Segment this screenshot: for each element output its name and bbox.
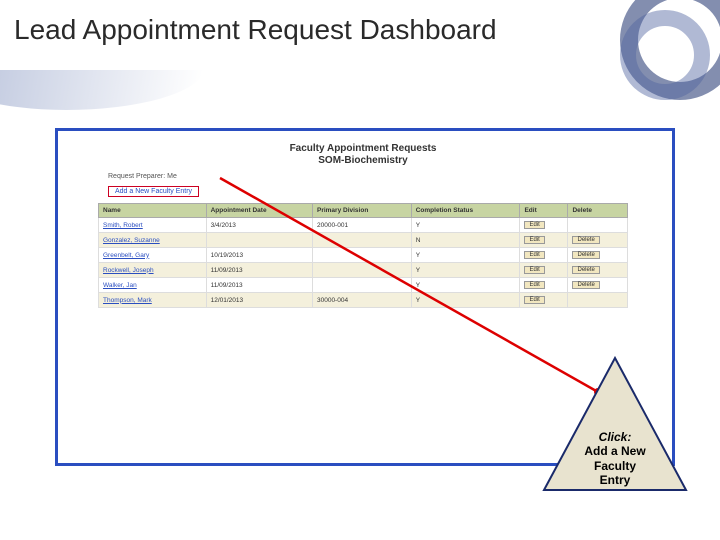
cell-delete bbox=[568, 218, 628, 233]
page-title: Lead Appointment Request Dashboard bbox=[14, 14, 497, 46]
callout-line-4: Entry bbox=[540, 473, 690, 487]
delete-button[interactable]: Delete bbox=[572, 266, 599, 274]
dashboard-screenshot: Faculty Appointment Requests SOM-Biochem… bbox=[98, 143, 628, 308]
cell-date: 12/01/2013 bbox=[206, 293, 312, 308]
cell-date: 11/09/2013 bbox=[206, 278, 312, 293]
delete-button[interactable]: Delete bbox=[572, 251, 599, 259]
table-row: Rockwell, Joseph 11/09/2013 Y Edit Delet… bbox=[99, 263, 628, 278]
cell-delete: Delete bbox=[568, 248, 628, 263]
cell-status: Y bbox=[411, 263, 520, 278]
cell-name[interactable]: Rockwell, Joseph bbox=[99, 263, 207, 278]
screenshot-heading: Faculty Appointment Requests bbox=[98, 143, 628, 155]
callout-line-3: Faculty bbox=[540, 459, 690, 473]
col-delete[interactable]: Delete bbox=[568, 204, 628, 218]
cell-name[interactable]: Smith, Robert bbox=[99, 218, 207, 233]
table-row: Gonzalez, Suzanne N Edit Delete bbox=[99, 233, 628, 248]
cell-status: Y bbox=[411, 293, 520, 308]
edit-button[interactable]: Edit bbox=[524, 281, 544, 289]
cell-edit: Edit bbox=[520, 248, 568, 263]
callout-line-2: Add a New bbox=[540, 444, 690, 458]
cell-status: Y bbox=[411, 218, 520, 233]
cell-division bbox=[312, 263, 411, 278]
request-preparer: Request Preparer: Me bbox=[98, 173, 628, 180]
cell-name[interactable]: Greenbelt, Gary bbox=[99, 248, 207, 263]
cell-edit: Edit bbox=[520, 293, 568, 308]
request-preparer-label: Request Preparer: bbox=[108, 173, 165, 180]
cell-status: N bbox=[411, 233, 520, 248]
cell-division bbox=[312, 233, 411, 248]
cell-date: 3/4/2013 bbox=[206, 218, 312, 233]
delete-button[interactable]: Delete bbox=[572, 281, 599, 289]
decor-stethoscope bbox=[580, 0, 720, 130]
col-date[interactable]: Appointment Date bbox=[206, 204, 312, 218]
table-row: Greenbelt, Gary 10/19/2013 Y Edit Delete bbox=[99, 248, 628, 263]
cell-division bbox=[312, 278, 411, 293]
cell-date: 10/19/2013 bbox=[206, 248, 312, 263]
cell-delete: Delete bbox=[568, 263, 628, 278]
cell-status: Y bbox=[411, 278, 520, 293]
decor-blue-curve bbox=[0, 70, 204, 110]
delete-button[interactable]: Delete bbox=[572, 236, 599, 244]
col-name[interactable]: Name bbox=[99, 204, 207, 218]
cell-delete: Delete bbox=[568, 233, 628, 248]
cell-date bbox=[206, 233, 312, 248]
col-edit[interactable]: Edit bbox=[520, 204, 568, 218]
edit-button[interactable]: Edit bbox=[524, 236, 544, 244]
callout-triangle: Click: Add a New Faculty Entry bbox=[540, 352, 690, 497]
edit-button[interactable]: Edit bbox=[524, 296, 544, 304]
edit-button[interactable]: Edit bbox=[524, 266, 544, 274]
screenshot-subheading: SOM-Biochemistry bbox=[98, 155, 628, 167]
cell-division: 20000-001 bbox=[312, 218, 411, 233]
cell-edit: Edit bbox=[520, 278, 568, 293]
table-row: Walker, Jan 11/09/2013 Y Edit Delete bbox=[99, 278, 628, 293]
edit-button[interactable]: Edit bbox=[524, 221, 544, 229]
table-row: Smith, Robert 3/4/2013 20000-001 Y Edit bbox=[99, 218, 628, 233]
cell-delete bbox=[568, 293, 628, 308]
cell-edit: Edit bbox=[520, 263, 568, 278]
table-header-row: Name Appointment Date Primary Division C… bbox=[99, 204, 628, 218]
cell-edit: Edit bbox=[520, 218, 568, 233]
cell-division bbox=[312, 248, 411, 263]
cell-name[interactable]: Thompson, Mark bbox=[99, 293, 207, 308]
col-division[interactable]: Primary Division bbox=[312, 204, 411, 218]
cell-name[interactable]: Gonzalez, Suzanne bbox=[99, 233, 207, 248]
request-preparer-value: Me bbox=[167, 173, 177, 180]
cell-edit: Edit bbox=[520, 233, 568, 248]
table-row: Thompson, Mark 12/01/2013 30000-004 Y Ed… bbox=[99, 293, 628, 308]
edit-button[interactable]: Edit bbox=[524, 251, 544, 259]
cell-division: 30000-004 bbox=[312, 293, 411, 308]
col-status[interactable]: Completion Status bbox=[411, 204, 520, 218]
requests-table: Name Appointment Date Primary Division C… bbox=[98, 203, 628, 308]
add-new-faculty-link[interactable]: Add a New Faculty Entry bbox=[108, 186, 199, 197]
callout-text: Click: Add a New Faculty Entry bbox=[540, 430, 690, 488]
cell-delete: Delete bbox=[568, 278, 628, 293]
cell-date: 11/09/2013 bbox=[206, 263, 312, 278]
screenshot-header: Faculty Appointment Requests SOM-Biochem… bbox=[98, 143, 628, 167]
cell-status: Y bbox=[411, 248, 520, 263]
cell-name[interactable]: Walker, Jan bbox=[99, 278, 207, 293]
callout-line-1: Click: bbox=[540, 430, 690, 444]
